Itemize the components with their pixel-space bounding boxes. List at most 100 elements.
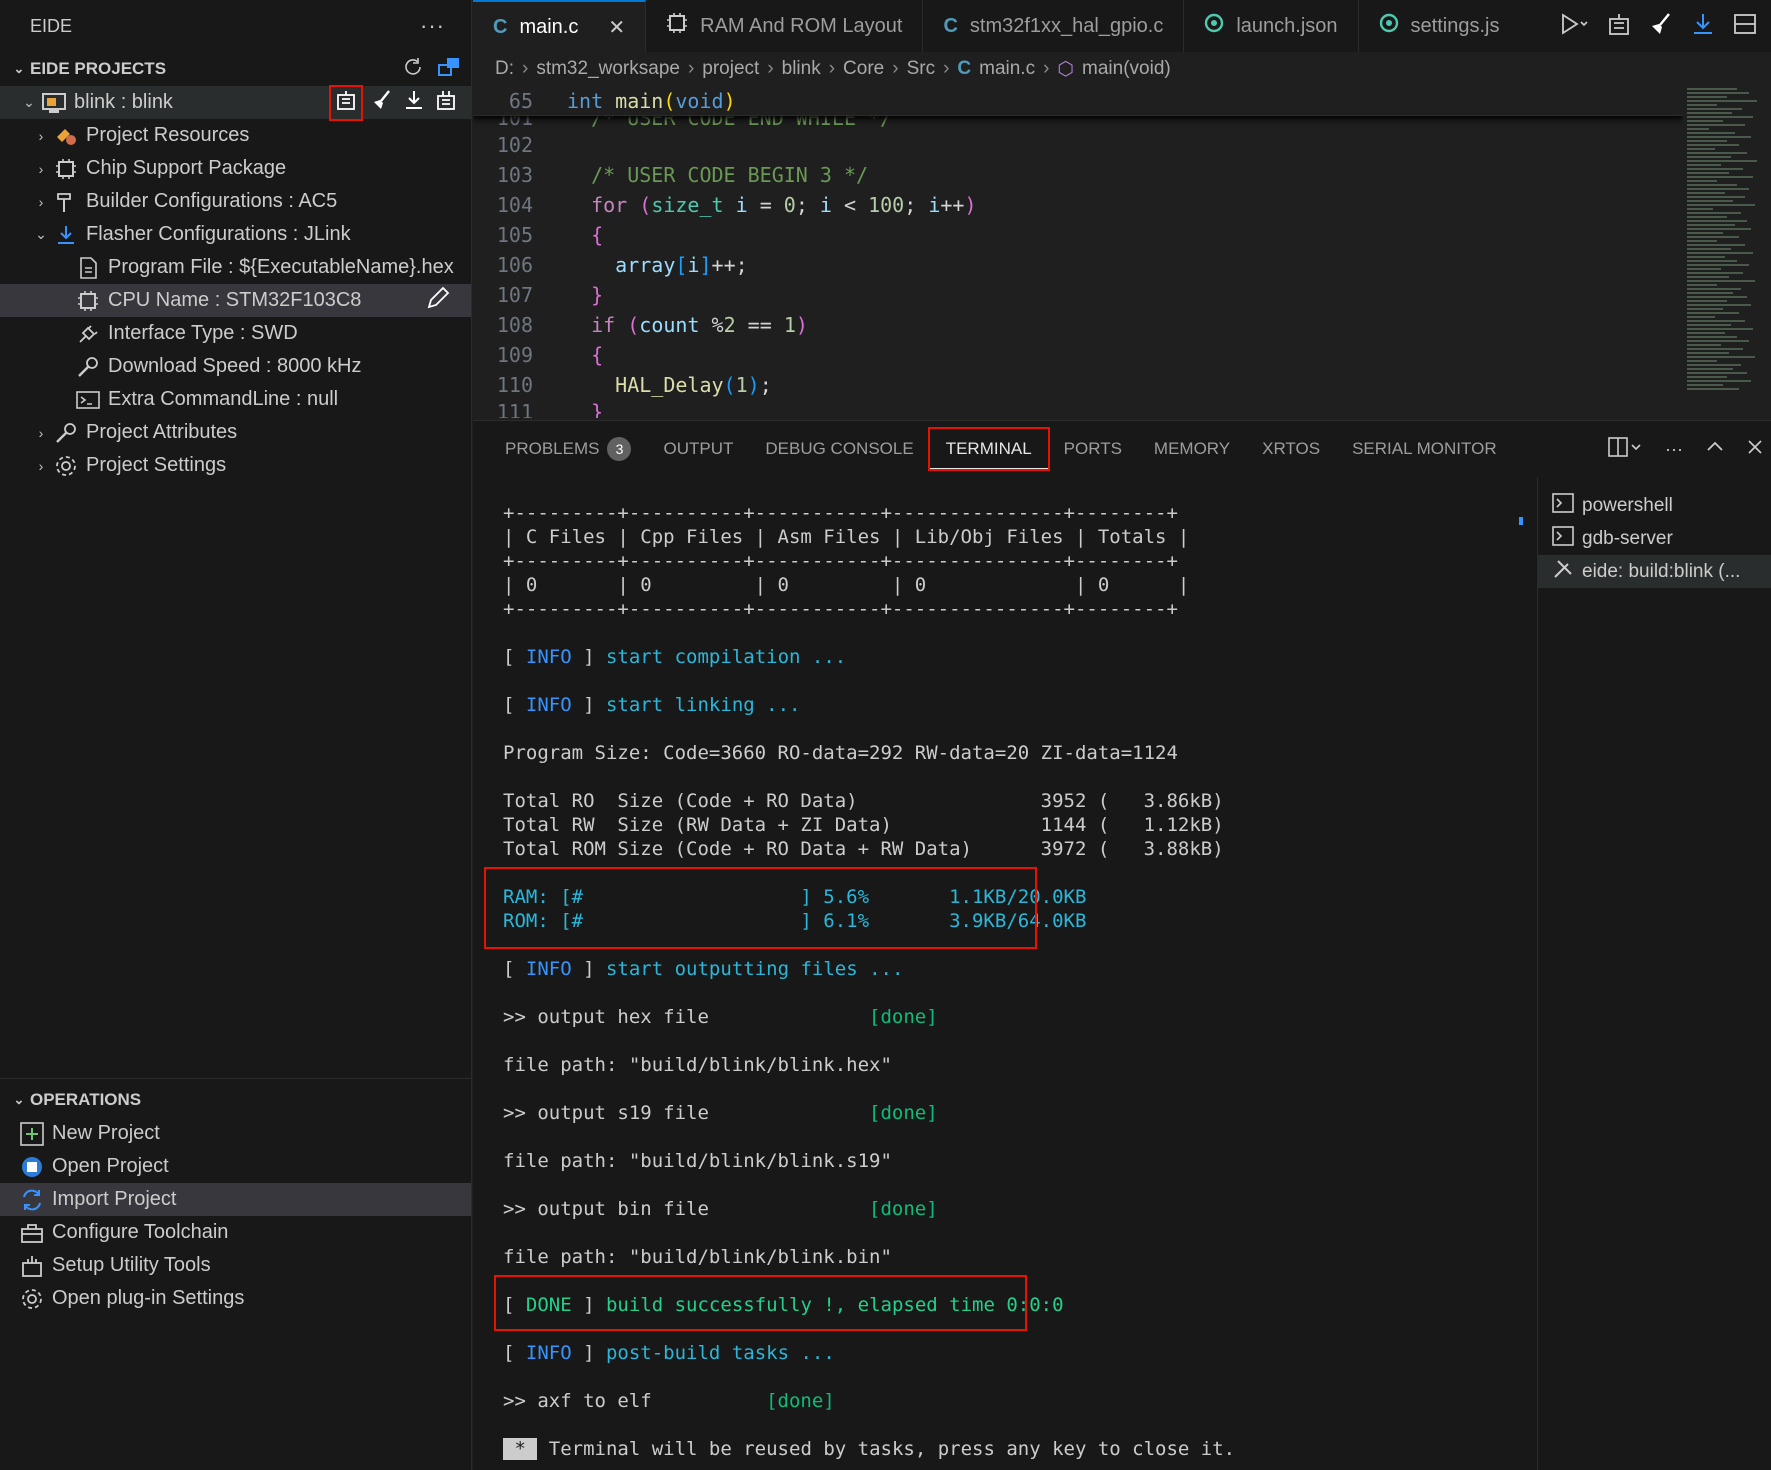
breadcrumb-item[interactable]: Src bbox=[907, 58, 936, 80]
tree-item-label: Builder Configurations : AC5 bbox=[86, 190, 338, 212]
download-icon[interactable] bbox=[403, 89, 425, 117]
tab-ports[interactable]: PORTS bbox=[1048, 429, 1138, 469]
build-icon[interactable] bbox=[329, 84, 363, 121]
line-number: 111 bbox=[496, 400, 533, 418]
tab-stm32f1xx-hal-gpio[interactable]: C stm32f1xx_hal_gpio.c bbox=[923, 0, 1185, 52]
explorer-sidebar: EIDE ··· ⌄ EIDE PROJECTS ⌄ blink : blink bbox=[0, 0, 472, 1470]
code-token: for bbox=[591, 193, 628, 217]
breadcrumb-item[interactable]: main(void) bbox=[1082, 58, 1171, 80]
operation-open-plugin-settings[interactable]: Open plug-in Settings bbox=[0, 1282, 471, 1315]
run-debug-icon[interactable] bbox=[1559, 12, 1589, 41]
code-token: if bbox=[591, 313, 616, 337]
split-terminal-icon[interactable] bbox=[1607, 436, 1643, 463]
c-file-icon: C bbox=[943, 14, 958, 37]
file-icon bbox=[74, 256, 102, 280]
chevron-right-icon: › bbox=[828, 58, 836, 79]
tab-debug-console[interactable]: DEBUG CONSOLE bbox=[749, 429, 929, 469]
tools-icon bbox=[1552, 558, 1574, 586]
breadcrumb-item[interactable]: main.c bbox=[979, 58, 1035, 80]
tab-label: OUTPUT bbox=[663, 439, 734, 458]
tree-item-interface-type[interactable]: Interface Type : SWD bbox=[0, 317, 471, 350]
terminal-line: >> output s19 file [done] bbox=[503, 1101, 1537, 1125]
clean-icon[interactable] bbox=[371, 89, 393, 117]
edit-pencil-icon[interactable] bbox=[425, 285, 451, 317]
terminal-item-powershell[interactable]: powershell bbox=[1538, 489, 1771, 522]
tab-label: launch.json bbox=[1236, 14, 1338, 37]
terminal-icon bbox=[1552, 492, 1574, 520]
terminal-item-gdb-server[interactable]: gdb-server bbox=[1538, 522, 1771, 555]
project-blink[interactable]: ⌄ blink : blink bbox=[0, 84, 471, 121]
tab-problems[interactable]: PROBLEMS 3 bbox=[489, 429, 647, 469]
tab-memory[interactable]: MEMORY bbox=[1138, 429, 1246, 469]
code-line: 108 if (count % 2 == 1) bbox=[473, 310, 1683, 340]
tools-icon bbox=[18, 1254, 46, 1278]
line-number: 105 bbox=[496, 223, 533, 247]
download-icon[interactable] bbox=[1691, 12, 1715, 41]
operation-label: Open plug-in Settings bbox=[52, 1287, 245, 1309]
tree-item-extra-commandline[interactable]: Extra CommandLine : null bbox=[0, 383, 471, 416]
sticky-scroll-line[interactable]: 65 int main(void) bbox=[473, 86, 1683, 116]
minimap[interactable] bbox=[1683, 86, 1771, 418]
operation-import-project[interactable]: Import Project bbox=[0, 1183, 471, 1216]
terminal-item-eide-build[interactable]: eide: build:blink (... bbox=[1538, 555, 1771, 588]
operation-setup-utility-tools[interactable]: Setup Utility Tools bbox=[0, 1249, 471, 1282]
tree-item-project-resources[interactable]: › Project Resources bbox=[0, 119, 471, 152]
terminal-line: [ INFO ] start linking ... bbox=[503, 694, 801, 716]
tree-item-project-settings[interactable]: › Project Settings bbox=[0, 449, 471, 482]
build-icon[interactable] bbox=[1607, 12, 1631, 41]
terminal-line: [ INFO ] post-build tasks ... bbox=[503, 1342, 835, 1364]
tree-item-chip-support[interactable]: › Chip Support Package bbox=[0, 152, 471, 185]
tab-label: SERIAL MONITOR bbox=[1352, 439, 1497, 458]
close-panel-icon[interactable] bbox=[1747, 439, 1763, 460]
operation-configure-toolchain[interactable]: Configure Toolchain bbox=[0, 1216, 471, 1249]
maximize-panel-icon[interactable] bbox=[1705, 437, 1725, 462]
code-token: 2 bbox=[723, 313, 736, 337]
memory-usage-highlight bbox=[484, 867, 1037, 949]
chevron-right-icon: › bbox=[38, 424, 44, 441]
code-token: size_t bbox=[651, 193, 724, 217]
code-editor[interactable]: 65 int main(void) 101 /* USER CODE END W… bbox=[473, 86, 1683, 418]
bottom-panel: PROBLEMS 3 OUTPUT DEBUG CONSOLE TERMINAL… bbox=[473, 420, 1771, 1470]
breadcrumb-item[interactable]: Core bbox=[843, 58, 884, 80]
tab-output[interactable]: OUTPUT bbox=[647, 429, 749, 469]
breadcrumb-item[interactable]: stm32_worksape bbox=[536, 58, 680, 80]
tree-item-project-attributes[interactable]: › Project Attributes bbox=[0, 416, 471, 449]
terminal-icon bbox=[74, 388, 102, 412]
clean-icon[interactable] bbox=[1649, 12, 1673, 41]
eide-projects-section-header[interactable]: ⌄ EIDE PROJECTS bbox=[0, 52, 471, 86]
more-actions-icon[interactable]: ··· bbox=[1665, 439, 1683, 460]
terminal-line: file path: "build/blink/blink.bin" bbox=[503, 1246, 892, 1268]
done-tag: [done] bbox=[869, 1198, 938, 1220]
breadcrumb-item[interactable]: D: bbox=[495, 58, 514, 80]
tree-item-flasher-configurations[interactable]: ⌄ Flasher Configurations : JLink bbox=[0, 218, 471, 251]
switch-workspace-icon[interactable] bbox=[437, 55, 461, 84]
operation-new-project[interactable]: New Project bbox=[0, 1117, 471, 1150]
terminal-line: [ INFO ] start outputting files ... bbox=[503, 958, 904, 980]
tree-item-cpu-name[interactable]: CPU Name : STM32F103C8 bbox=[0, 284, 471, 317]
breadcrumb-item[interactable]: blink bbox=[782, 58, 821, 80]
more-actions-icon[interactable]: ··· bbox=[420, 13, 445, 39]
tab-xrtos[interactable]: XRTOS bbox=[1246, 429, 1336, 469]
tree-item-builder-configurations[interactable]: › Builder Configurations : AC5 bbox=[0, 185, 471, 218]
tab-ram-rom-layout[interactable]: RAM And ROM Layout bbox=[646, 0, 924, 52]
terminal-line: | C Files | Cpp Files | Asm Files | Lib/… bbox=[503, 526, 1190, 548]
tab-main-c[interactable]: C main.c ✕ bbox=[473, 0, 647, 52]
refresh-icon[interactable] bbox=[403, 57, 423, 82]
breadcrumb-item[interactable]: project bbox=[702, 58, 759, 80]
close-icon[interactable]: ✕ bbox=[608, 15, 625, 40]
split-editor-icon[interactable] bbox=[1733, 12, 1757, 41]
section-title: OPERATIONS bbox=[30, 1090, 142, 1109]
tree-item-program-file[interactable]: Program File : ${ExecutableName}.hex bbox=[0, 251, 471, 284]
code-token: 1 bbox=[735, 373, 748, 397]
code-token: i bbox=[687, 253, 700, 277]
tree-item-download-speed[interactable]: Download Speed : 8000 kHz bbox=[0, 350, 471, 383]
tab-serial-monitor[interactable]: SERIAL MONITOR bbox=[1336, 429, 1513, 469]
rebuild-icon[interactable] bbox=[435, 89, 457, 117]
tab-launch-json[interactable]: launch.json bbox=[1184, 0, 1359, 52]
tab-settings-json[interactable]: settings.js bbox=[1359, 0, 1520, 52]
operations-section-header[interactable]: ⌄ OPERATIONS bbox=[0, 1083, 471, 1117]
terminal-icon bbox=[1552, 525, 1574, 553]
tab-terminal[interactable]: TERMINAL bbox=[927, 427, 1050, 471]
build-success-highlight bbox=[494, 1275, 1027, 1331]
operation-open-project[interactable]: Open Project bbox=[0, 1150, 471, 1183]
